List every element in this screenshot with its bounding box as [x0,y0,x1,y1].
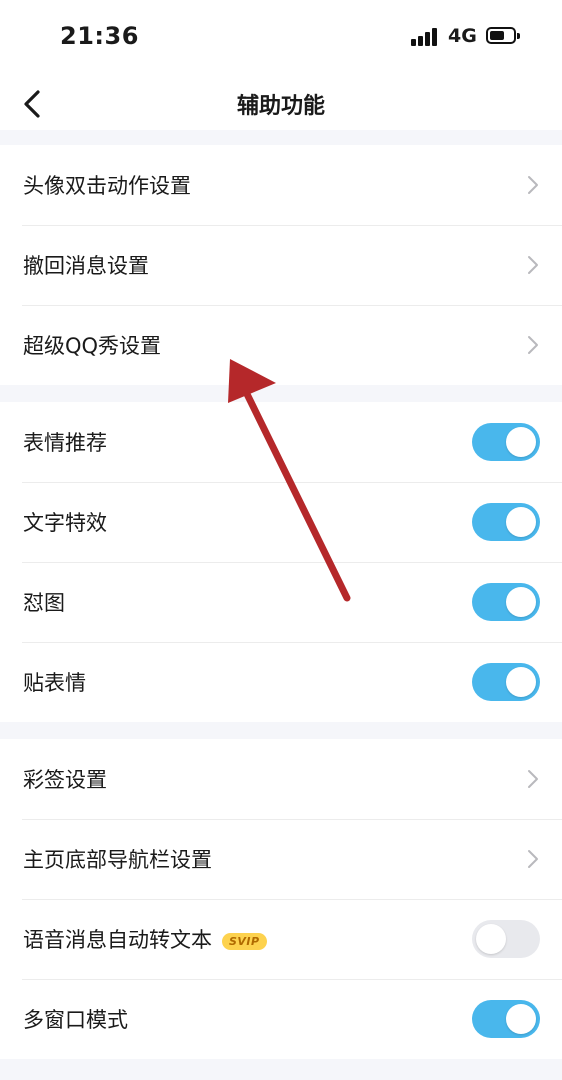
setting-row-avatar-double-tap[interactable]: 头像双击动作设置 [0,145,562,225]
text-effects-toggle[interactable] [472,503,540,541]
settings-group-other: 彩签设置 主页底部导航栏设置 语音消息自动转文本 SVIP 多窗口模式 [0,739,562,1059]
setting-row-bottom-nav[interactable]: 主页底部导航栏设置 [0,819,562,899]
page-title: 辅助功能 [236,94,325,119]
setting-row-text-effects: 文字特效 [0,482,562,562]
voice-to-text-toggle[interactable] [472,920,540,958]
setting-row-super-qq-show[interactable]: 超级QQ秀设置 [0,305,562,385]
emoji-recommend-toggle[interactable] [472,423,540,461]
setting-row-color-tag[interactable]: 彩签设置 [0,739,562,819]
setting-label: 文字特效 [23,511,107,535]
chevron-right-icon [528,256,538,274]
cellular-signal-icon [411,28,439,46]
chevron-right-icon [528,770,538,788]
chevron-right-icon [528,336,538,354]
settings-group-general: 头像双击动作设置 撤回消息设置 超级QQ秀设置 [0,145,562,385]
setting-label: 贴表情 [23,671,86,695]
svip-badge: SVIP [222,932,267,950]
network-type: 4G [448,25,477,47]
setting-row-duitu: 怼图 [0,562,562,642]
battery-icon [486,27,520,44]
setting-label: 表情推荐 [23,431,107,455]
nav-bar: 辅助功能 [0,80,562,130]
chevron-right-icon [528,176,538,194]
status-time: 21:36 [60,22,139,50]
multi-window-toggle[interactable] [472,1000,540,1038]
chevron-right-icon [528,850,538,868]
setting-label: 头像双击动作设置 [23,174,191,198]
setting-label: 彩签设置 [23,768,107,792]
setting-label: 超级QQ秀设置 [23,334,162,358]
setting-label: 语音消息自动转文本 [23,928,212,952]
setting-row-multi-window: 多窗口模式 [0,979,562,1059]
setting-label: 多窗口模式 [23,1008,128,1032]
setting-row-recall-message[interactable]: 撤回消息设置 [0,225,562,305]
setting-label: 撤回消息设置 [23,254,149,278]
setting-label: 主页底部导航栏设置 [23,848,212,872]
setting-label: 怼图 [23,591,65,615]
status-bar: 21:36 4G [0,0,562,80]
setting-row-sticker: 贴表情 [0,642,562,722]
duitu-toggle[interactable] [472,583,540,621]
setting-row-emoji-recommend: 表情推荐 [0,402,562,482]
sticker-toggle[interactable] [472,663,540,701]
settings-group-expressions: 表情推荐 文字特效 怼图 贴表情 [0,402,562,722]
setting-row-voice-to-text: 语音消息自动转文本 SVIP [0,899,562,979]
